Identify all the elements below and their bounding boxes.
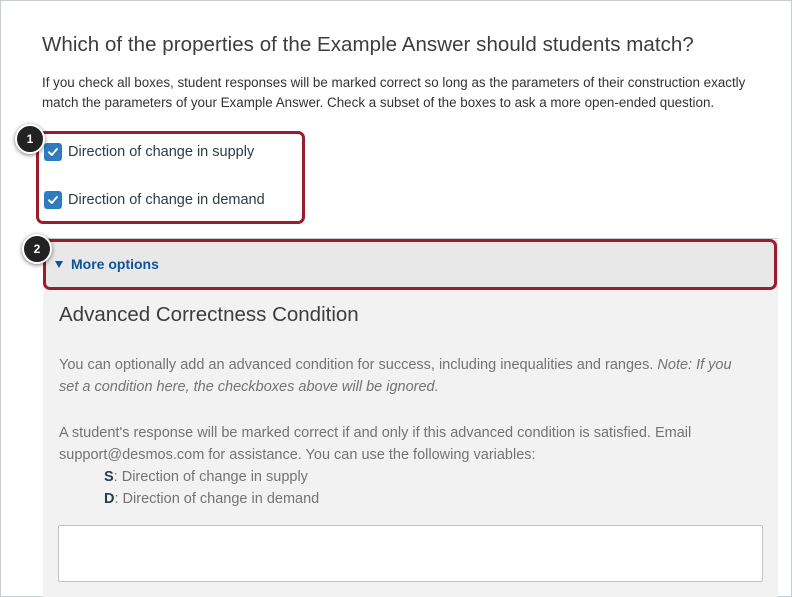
- variable-s-key: S: [104, 469, 114, 485]
- demand-checkbox-label[interactable]: Direction of change in demand: [68, 192, 265, 208]
- advanced-condition-input[interactable]: [58, 525, 763, 582]
- checkmark-icon: [48, 196, 58, 204]
- question-description: If you check all boxes, student response…: [42, 75, 746, 110]
- advanced-intro-text: You can optionally add an advanced condi…: [59, 357, 654, 373]
- supply-checkbox[interactable]: [44, 143, 62, 161]
- advanced-info: A student's response will be marked corr…: [59, 425, 692, 463]
- advanced-condition-title: Advanced Correctness Condition: [59, 303, 359, 326]
- variable-s: S: Direction of change in supply: [104, 466, 308, 488]
- checkmark-icon: [48, 148, 58, 156]
- supply-checkbox-label[interactable]: Direction of change in supply: [68, 144, 254, 160]
- variable-d-key: D: [104, 491, 115, 507]
- advanced-intro: You can optionally add an advanced condi…: [59, 354, 749, 398]
- callout-badge-1: 1: [15, 124, 45, 154]
- more-options-label[interactable]: More options: [71, 256, 159, 272]
- callout-badge-2: 2: [22, 234, 52, 264]
- demand-checkbox-row[interactable]: Direction of change in demand: [44, 189, 265, 211]
- section-divider: [42, 238, 778, 239]
- demand-checkbox[interactable]: [44, 191, 62, 209]
- variable-s-desc: : Direction of change in supply: [113, 469, 308, 485]
- variable-d-desc: : Direction of change in demand: [114, 491, 320, 507]
- supply-checkbox-row[interactable]: Direction of change in supply: [44, 141, 254, 163]
- variable-d: D: Direction of change in demand: [104, 488, 319, 510]
- triangle-down-icon: [55, 260, 63, 268]
- question-title: Which of the properties of the Example A…: [42, 33, 694, 56]
- more-options-toggle[interactable]: More options: [43, 240, 778, 288]
